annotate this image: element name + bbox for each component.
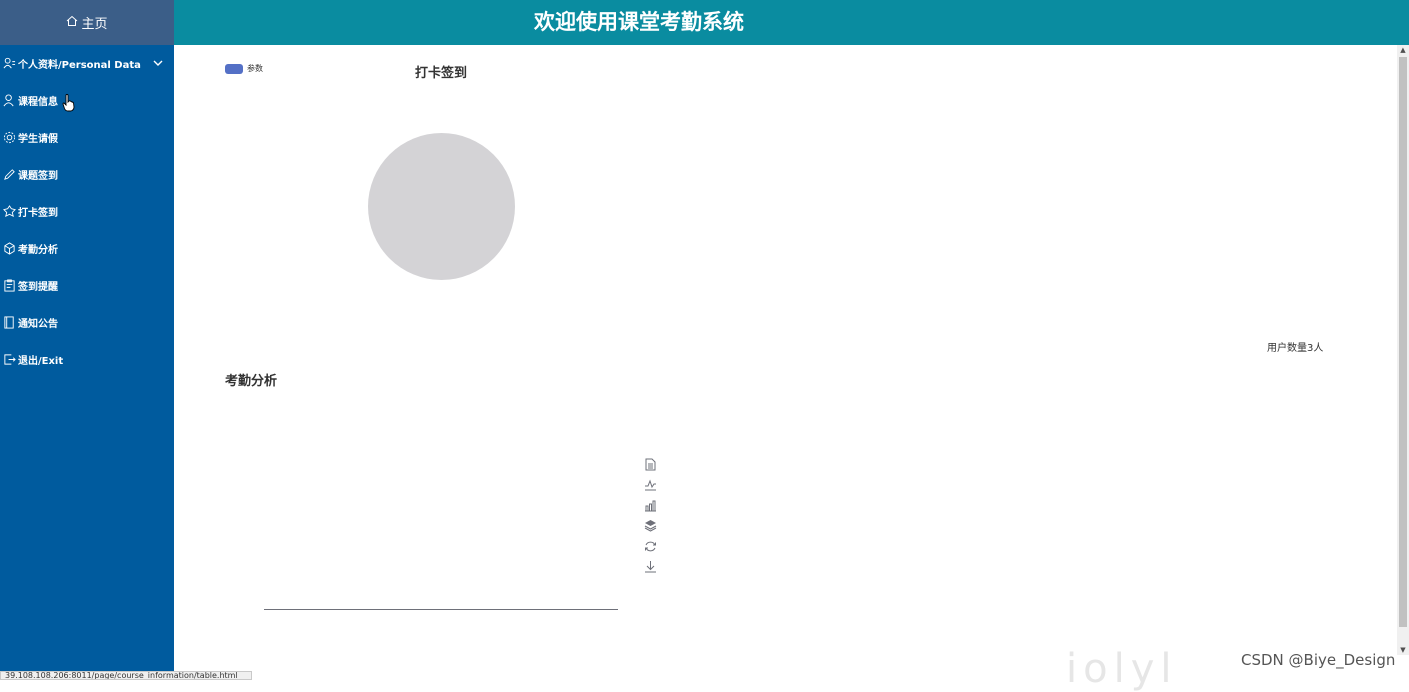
- checkin-chart-title: 打卡签到: [415, 66, 468, 81]
- sidebar-item-student-leave[interactable]: 学生请假: [0, 119, 174, 156]
- empty-pie-chart: [368, 133, 515, 280]
- pencil-icon: [3, 168, 17, 182]
- sidebar-item-personal-data[interactable]: 个人资料/Personal Data: [0, 45, 174, 82]
- stack-icon[interactable]: [644, 517, 657, 532]
- exit-icon: [3, 353, 17, 367]
- legend-label[interactable]: 参数: [247, 63, 263, 74]
- chart-toolbox: [644, 456, 658, 578]
- analysis-chart-title: 考勤分析: [225, 374, 278, 389]
- sidebar-item-exit[interactable]: 退出/Exit: [0, 341, 174, 378]
- sidebar-item-label: 学生请假: [18, 134, 58, 145]
- restore-icon[interactable]: [644, 538, 657, 551]
- badge-icon: [3, 204, 17, 219]
- home-label: 主页: [81, 17, 108, 32]
- scroll-up-icon[interactable]: ▲: [1397, 45, 1409, 55]
- sidebar-item-class-checkin[interactable]: 课题签到: [0, 156, 174, 193]
- sidebar-item-label: 签到提醒: [18, 282, 58, 293]
- download-icon[interactable]: [644, 558, 657, 573]
- sidebar-item-label: 考勤分析: [18, 245, 58, 256]
- home-icon: [66, 15, 78, 31]
- sidebar-item-checkin-reminder[interactable]: 签到提醒: [0, 267, 174, 304]
- chevron-down-icon[interactable]: [152, 57, 164, 69]
- gear-icon: [3, 131, 17, 145]
- vertical-scrollbar[interactable]: ▲ ▼: [1397, 45, 1409, 655]
- scroll-thumb[interactable]: [1399, 57, 1407, 627]
- line-chart-icon[interactable]: [644, 476, 657, 491]
- sidebar-item-course-info[interactable]: 课程信息: [0, 82, 174, 119]
- book-icon: [3, 315, 17, 330]
- csdn-watermark: CSDN @Biye_Design: [1241, 651, 1396, 669]
- sidebar-item-notice[interactable]: 通知公告: [0, 304, 174, 341]
- data-view-icon[interactable]: [644, 456, 657, 471]
- site-title: 欢迎使用课堂考勤系统: [534, 10, 744, 34]
- sidebar: 个人资料/Personal Data 课程信息 学生请假 课题签到 打卡签到 考…: [0, 45, 174, 680]
- top-bar: 主页 欢迎使用课堂考勤系统: [0, 0, 1409, 45]
- cube-icon: [3, 241, 17, 256]
- sidebar-item-label: 通知公告: [18, 319, 58, 330]
- sidebar-item-label: 退出/Exit: [18, 356, 64, 367]
- hand-cursor-icon: [62, 94, 75, 112]
- user-settings-icon: [3, 57, 17, 71]
- sidebar-item-label: 个人资料/Personal Data: [18, 60, 141, 71]
- sidebar-item-attendance-analysis[interactable]: 考勤分析: [0, 230, 174, 267]
- scroll-down-icon[interactable]: ▼: [1397, 645, 1409, 655]
- faint-watermark-logo: iolyl: [1066, 646, 1178, 692]
- main-content: 参数 打卡签到 用户数量3人 考勤分析: [174, 45, 1397, 680]
- home-link[interactable]: 主页: [0, 0, 174, 45]
- sidebar-item-label: 课题签到: [18, 171, 58, 182]
- user-count-text: 用户数量3人: [1267, 343, 1324, 354]
- clipboard-icon: [3, 278, 17, 293]
- sidebar-item-label: 课程信息: [18, 97, 58, 108]
- sidebar-item-label: 打卡签到: [18, 208, 58, 219]
- user-icon: [3, 93, 17, 108]
- chart-x-axis-line: [264, 609, 618, 610]
- bar-chart-icon[interactable]: [644, 497, 657, 512]
- status-bar-url: 39.108.108.206:8011/page/course_informat…: [0, 671, 252, 680]
- legend-swatch[interactable]: [225, 64, 243, 74]
- sidebar-item-punch-checkin[interactable]: 打卡签到: [0, 193, 174, 230]
